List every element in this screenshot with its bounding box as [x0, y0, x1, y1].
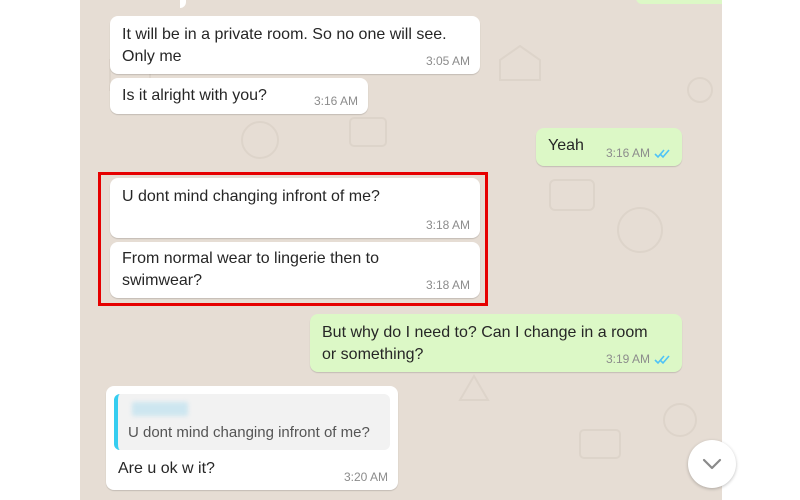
message-timestamp: 3:16 AM	[313, 94, 358, 108]
previous-outgoing-bubble-edge	[636, 0, 722, 4]
message-bubble-incoming[interactable]: It will be in a private room. So no one …	[110, 16, 480, 74]
message-timestamp: 3:19 AM	[605, 352, 650, 366]
double-check-icon	[654, 355, 670, 365]
message-bubble-outgoing[interactable]: Yeah 3:16 AM	[536, 128, 682, 166]
message-bubble-incoming[interactable]: Is it alright with you? 3:16 AM	[110, 78, 368, 114]
highlight-box	[98, 172, 488, 306]
message-bubble-outgoing[interactable]: But why do I need to? Can I change in a …	[310, 314, 682, 372]
chevron-down-icon	[702, 458, 722, 470]
message-text: It will be in a private room. So no one …	[122, 26, 452, 65]
quoted-text: U dont mind changing infront of me?	[128, 424, 370, 441]
message-bubble-incoming-reply[interactable]: U dont mind changing infront of me? Are …	[106, 386, 398, 490]
chat-area[interactable]: It will be in a private room. So no one …	[80, 0, 722, 500]
message-timestamp: 3:16 AM	[605, 146, 650, 160]
quoted-message[interactable]: U dont mind changing infront of me?	[114, 394, 390, 450]
quoted-sender-redacted	[132, 402, 188, 416]
double-check-icon	[654, 149, 670, 159]
left-margin	[0, 0, 80, 500]
message-timestamp: 3:20 AM	[343, 470, 388, 484]
scroll-to-bottom-button[interactable]	[688, 440, 736, 488]
message-timestamp: 3:05 AM	[425, 54, 470, 68]
right-margin	[722, 0, 800, 500]
